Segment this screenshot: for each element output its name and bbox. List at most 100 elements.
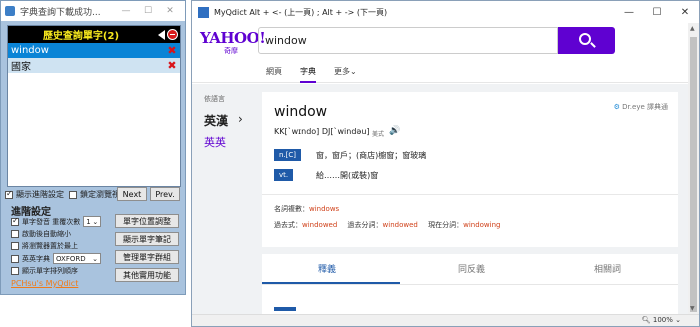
plural-form[interactable]: windows bbox=[309, 205, 339, 213]
en-dict-label: 英英字典 bbox=[22, 254, 50, 263]
results-area: 依語言 英漢 › 英英 window ⚙ Dr.eye 譯典通 KK[ˋwɪnd… bbox=[192, 84, 688, 314]
past-participle-form[interactable]: windowed bbox=[383, 221, 418, 229]
browser-top-label: 將瀏覽器置於最上 bbox=[22, 242, 78, 250]
language-item-en-en[interactable]: 英英 bbox=[204, 134, 226, 150]
en-dict-select[interactable]: OXFORD ⌄ bbox=[53, 253, 101, 264]
lock-browser-checkbox[interactable] bbox=[69, 190, 77, 199]
search-input[interactable]: window bbox=[258, 27, 558, 54]
history-header-label: 歷史查詢單字(2) bbox=[42, 31, 120, 42]
show-advanced-label: 顯示進階設定 bbox=[16, 190, 64, 199]
show-advanced-checkbox[interactable] bbox=[5, 189, 13, 199]
history-word-row[interactable]: 國家 ✖ bbox=[8, 58, 180, 73]
divider bbox=[262, 194, 678, 195]
auto-minimize-option: 啟動後自動縮小 bbox=[11, 229, 71, 239]
provider-icon: ⚙ bbox=[613, 103, 623, 111]
en-dict-option: 英英字典 OXFORD ⌄ bbox=[11, 253, 101, 264]
tab-more[interactable]: 更多⌄ bbox=[334, 66, 357, 77]
yahoo-logo-sub: 奇摩 bbox=[224, 47, 238, 55]
zoom-level[interactable]: 🔍︎ 100% ⌄ bbox=[642, 316, 681, 324]
scroll-down-icon[interactable]: ▼ bbox=[690, 305, 695, 312]
zoom-value: 100% bbox=[652, 316, 673, 324]
part-of-speech-badge: n.[C] bbox=[274, 149, 302, 161]
dictionary-window: MyQdict Alt + <- (上一頁) ; Alt + -> (下一頁) … bbox=[191, 0, 700, 327]
zoom-icon: 🔍︎ bbox=[641, 316, 653, 324]
past-form[interactable]: windowed bbox=[302, 221, 337, 229]
pronounce-label: 單字發音 重覆次數 bbox=[22, 217, 81, 226]
chevron-down-icon: ⌄ bbox=[92, 217, 99, 226]
pronunciation: KK[ˋwɪndo] DJ[ˋwindəu] bbox=[274, 127, 370, 136]
delete-word-icon[interactable]: ✖ bbox=[164, 44, 180, 57]
part-of-speech-badge: vt. bbox=[274, 169, 294, 181]
present-participle-form[interactable]: windowing bbox=[463, 221, 500, 229]
browser-top-option: 將瀏覽器置於最上 bbox=[11, 241, 78, 251]
language-item-en-zh[interactable]: 英漢 bbox=[204, 112, 228, 129]
tab-definition[interactable]: 釋義 bbox=[318, 262, 336, 275]
app-icon bbox=[5, 6, 15, 16]
maximize-icon[interactable]: ☐ bbox=[137, 6, 159, 16]
detail-tabs-card: 釋義 同反義 相關詞 bbox=[262, 254, 678, 314]
yahoo-header: YAHOO! 奇摩 window bbox=[192, 23, 699, 61]
repeat-count-value: 1 bbox=[86, 217, 91, 226]
close-icon[interactable]: ✕ bbox=[159, 6, 181, 16]
tab-synonyms[interactable]: 同反義 bbox=[458, 262, 485, 275]
auto-minimize-checkbox[interactable] bbox=[11, 230, 19, 238]
next-button[interactable]: Next bbox=[117, 187, 147, 201]
myqdict-link[interactable]: PCHsu's MyQdict bbox=[11, 279, 78, 288]
history-list-panel: 歷史查詢單字(2) window ✖ 國家 ✖ bbox=[7, 25, 181, 187]
minimize-icon[interactable]: — bbox=[615, 7, 643, 18]
scrollbar-thumb[interactable] bbox=[690, 37, 697, 312]
manage-groups-button[interactable]: 管理單字群組 bbox=[115, 250, 179, 264]
other-tools-button[interactable]: 其他實用功能 bbox=[115, 268, 179, 282]
prev-button[interactable]: Prev. bbox=[150, 187, 180, 201]
divider bbox=[262, 284, 678, 285]
past-participle-label: 過去分詞： bbox=[347, 221, 383, 229]
history-window-titlebar: 字典查詢下載成功... — ☐ ✕ bbox=[1, 1, 185, 21]
history-word: window bbox=[11, 45, 49, 56]
past-label: 過去式： bbox=[274, 221, 302, 229]
show-notes-button[interactable]: 顯示單字筆記 bbox=[115, 232, 179, 246]
show-sorted-option: 顯示單字排列順序 bbox=[11, 266, 78, 276]
word-position-button[interactable]: 單字位置調整 bbox=[115, 214, 179, 228]
dictionary-window-title: MyQdict Alt + <- (上一頁) ; Alt + -> (下一頁) bbox=[214, 7, 388, 17]
chevron-down-icon: ⌄ bbox=[92, 254, 98, 263]
pronounce-option: 單字發音 重覆次數 1 ⌄ bbox=[11, 216, 102, 227]
en-dict-checkbox[interactable] bbox=[11, 254, 19, 263]
auto-minimize-label: 啟動後自動縮小 bbox=[22, 230, 71, 238]
pronunciation-us-label: 美式 bbox=[372, 131, 385, 138]
provider-name: Dr.eye 譯典通 bbox=[622, 103, 668, 111]
scroll-up-icon[interactable]: ▲ bbox=[690, 25, 695, 32]
provider-label: ⚙ Dr.eye 譯典通 bbox=[614, 102, 668, 112]
dictionary-window-titlebar: MyQdict Alt + <- (上一頁) ; Alt + -> (下一頁) … bbox=[192, 1, 699, 23]
history-window-title: 字典查詢下載成功... bbox=[20, 7, 101, 18]
app-icon bbox=[198, 6, 209, 18]
browser-top-checkbox[interactable] bbox=[11, 242, 19, 250]
tab-related-words[interactable]: 相關詞 bbox=[594, 262, 621, 275]
entry-word: window bbox=[274, 104, 328, 120]
section-marker bbox=[274, 307, 296, 311]
yahoo-logo[interactable]: YAHOO! bbox=[200, 29, 266, 47]
show-sorted-checkbox[interactable] bbox=[11, 267, 19, 275]
clear-history-icon[interactable] bbox=[167, 29, 178, 40]
repeat-count-select[interactable]: 1 ⌄ bbox=[83, 216, 102, 227]
show-sorted-label: 顯示單字排列順序 bbox=[22, 267, 78, 275]
history-window: 字典查詢下載成功... — ☐ ✕ 歷史查詢單字(2) window ✖ 國家 … bbox=[0, 0, 186, 295]
tab-dictionary[interactable]: 字典 bbox=[300, 66, 316, 83]
pronounce-checkbox[interactable] bbox=[11, 216, 19, 226]
definition-text: 窗，窗戶；(商店)櫥窗；窗玻璃 bbox=[316, 151, 427, 160]
history-word: 國家 bbox=[11, 62, 31, 73]
status-bar: 🔍︎ 100% ⌄ bbox=[192, 314, 699, 326]
speaker-icon[interactable]: 🔊 bbox=[389, 126, 400, 136]
plural-label: 名詞複數： bbox=[274, 205, 309, 213]
close-icon[interactable]: ✕ bbox=[671, 7, 699, 18]
tab-web[interactable]: 網頁 bbox=[266, 66, 282, 77]
vertical-scrollbar[interactable]: ▲ ▼ bbox=[688, 23, 699, 314]
definition-text: 給……開(或裝)窗 bbox=[316, 171, 379, 180]
history-controls: 顯示進階設定 鎖定瀏覽視窗 Next Prev. bbox=[5, 187, 183, 202]
delete-word-icon[interactable]: ✖ bbox=[164, 59, 180, 72]
search-button[interactable] bbox=[558, 27, 615, 54]
history-word-row[interactable]: window ✖ bbox=[8, 43, 180, 58]
collapse-arrow-icon[interactable] bbox=[158, 29, 165, 40]
maximize-icon[interactable]: ☐ bbox=[643, 7, 671, 18]
chevron-right-icon: › bbox=[238, 112, 243, 126]
minimize-icon[interactable]: — bbox=[115, 6, 137, 16]
